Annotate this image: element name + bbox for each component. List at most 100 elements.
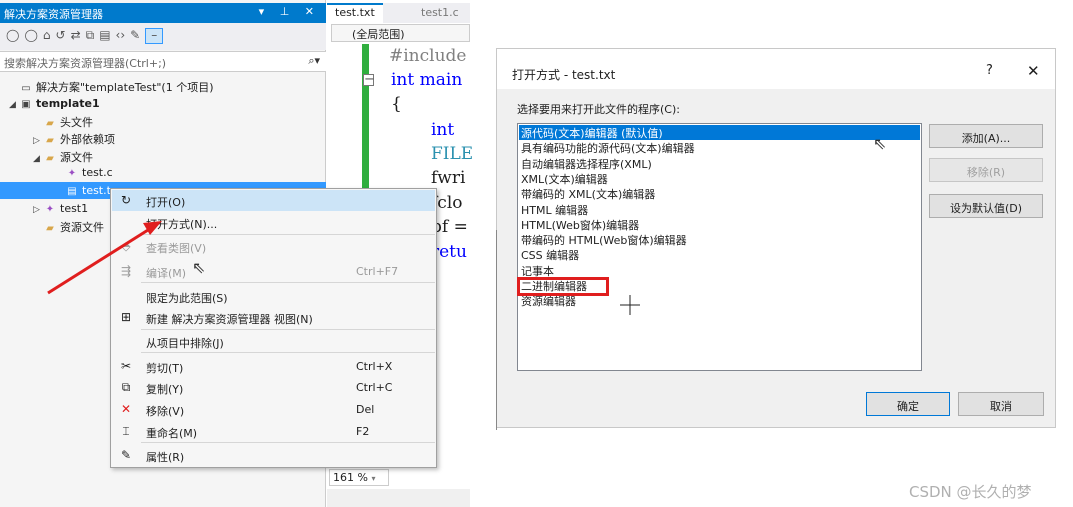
mouse-pointer-icon: ⇖ [192,258,206,277]
cancel-button[interactable]: 取消 [958,392,1044,416]
code-line: FILE [431,144,474,164]
menu-item[interactable]: ⌶ 重命名(M) F2 [112,421,435,442]
tab-test-txt[interactable]: test.txt [327,3,383,23]
project-icon: ▣ [21,99,31,110]
home-icon[interactable]: ⌂ [43,28,51,42]
program-list-item[interactable]: XML(文本)编辑器 [519,171,920,186]
program-list-item[interactable]: CSS 编辑器 [519,247,920,262]
wrench-icon: ✎ [120,448,132,462]
solution-explorer-search[interactable]: 搜索解决方案资源管理器(Ctrl+;) ⌕▾ [0,51,326,72]
copy-icon: ⧉ [121,380,131,394]
menu-item[interactable]: 打开方式(N)... [112,212,435,233]
menu-item-label: 属性(R) [146,451,185,464]
show-all-files-icon[interactable]: ▤ [99,28,110,42]
menu-item-label: 复制(Y) [146,383,184,396]
solution-explorer-toolbar: ◯ ◯ ⌂ ↺ ⇄ ⧉ ▤ ‹› ✎ – [0,23,326,50]
panel-title: 解决方案资源管理器 [4,8,103,21]
cpp-file-icon: ✦ [45,204,55,215]
sync-icon[interactable]: ⇄ [71,28,81,42]
code-line: int [431,120,455,140]
compile-icon: ⇶ [120,264,132,278]
collapse-all-icon[interactable]: ⧉ [86,28,95,42]
menu-item-label: 移除(V) [146,405,185,418]
menu-item-shortcut: F2 [356,425,370,438]
mouse-pointer-icon: ⇖ [873,134,887,153]
menu-separator [141,282,435,283]
expander-icon[interactable]: ▷ [30,205,43,215]
tree-item-label: test1 [60,202,89,215]
history-icon[interactable]: ↺ [56,28,66,42]
ok-button[interactable]: 确定 [866,392,950,416]
panel-controls[interactable]: ▾ ⊥ ✕ [259,5,320,18]
editor-tabs: test.txt test1.c [327,3,470,23]
tree-item[interactable]: ▰ 头文件 [0,112,326,129]
search-icon[interactable]: ⌕▾ [308,54,320,68]
menu-item-shortcut: Ctrl+C [356,381,393,394]
tree-item[interactable]: ◢ ▰ 源文件 [0,147,326,164]
menu-item[interactable]: ✎ 属性(R) [112,445,435,466]
horizontal-scrollbar[interactable] [327,489,470,507]
collapse-outline-icon[interactable]: − [363,73,375,86]
menu-item-label: 从项目中排除(J) [146,337,224,350]
menu-separator [141,329,435,330]
program-list[interactable]: 源代码(文本)编辑器 (默认值) 具有编码功能的源代码(文本)编辑器 自动编辑器选择… [517,123,922,371]
forward-icon[interactable]: ◯ [24,28,37,42]
program-list-label: 选择要用来打开此文件的程序(C): [517,103,680,116]
code-line: int main [391,70,463,90]
tree-item-label: 头文件 [60,116,93,129]
tree-item[interactable]: ▭ 解决方案"templateTest"(1 个项目) [0,77,326,94]
menu-item[interactable]: ✕ 移除(V) Del [112,399,435,420]
menu-item-label: 查看类图(V) [146,242,207,255]
menu-item[interactable]: ⧉ 复制(Y) Ctrl+C [112,377,435,398]
set-default-button[interactable]: 设为默认值(D) [929,194,1043,218]
remove-x-icon: ✕ [120,402,132,416]
menu-item-label: 重命名(M) [146,427,198,440]
crosshair-cursor-icon [620,295,640,315]
scope-dropdown[interactable]: (全局范围) [331,24,470,42]
new-view-icon: ⊞ [120,310,132,324]
back-icon[interactable]: ◯ [6,28,19,42]
expander-icon[interactable]: ◢ [6,100,19,110]
menu-item[interactable]: ↻ 打开(O) [112,190,435,211]
scissors-icon: ✂ [120,359,132,373]
search-input[interactable]: 搜索解决方案资源管理器(Ctrl+;) [4,57,166,70]
remove-button[interactable]: 移除(R) [929,158,1043,182]
tree-item-label: 解决方案"templateTest"(1 个项目) [36,81,214,94]
program-list-item[interactable]: 记事本 [519,263,920,278]
tree-item[interactable]: ▷ ▰ 外部依赖项 [0,129,326,146]
tree-item-label: 资源文件 [60,221,104,234]
tree-item[interactable]: ✦ test.c [0,164,326,181]
menu-item[interactable]: ⊞ 新建 解决方案资源管理器 视图(N) [112,307,435,328]
program-list-item[interactable]: 具有编码功能的源代码(文本)编辑器 [519,140,920,155]
expander-icon[interactable]: ◢ [30,154,43,164]
close-button[interactable]: ✕ [1027,62,1040,80]
help-button[interactable]: ? [986,63,993,78]
code-icon[interactable]: ‹› [116,28,126,42]
folder-icon: ▰ [46,153,54,164]
code-line: fwri [431,168,466,188]
program-list-item[interactable]: HTML(Web窗体)编辑器 [519,217,920,232]
open-icon: ↻ [120,193,132,207]
menu-item[interactable]: ✂ 剪切(T) Ctrl+X [112,356,435,377]
program-list-item[interactable]: HTML 编辑器 [519,202,920,217]
zoom-level[interactable]: 161 % ▾ [329,469,389,486]
folder-icon: ▰ [46,135,54,146]
dialog-title: 打开方式 - test.txt [512,68,616,82]
expander-icon[interactable]: ▷ [30,136,43,146]
program-list-item[interactable]: 源代码(文本)编辑器 (默认值) [519,125,920,140]
tree-item[interactable]: ◢ ▣ template1 [0,95,326,112]
menu-item[interactable]: 限定为此范围(S) [112,286,435,307]
program-list-item[interactable]: 自动编辑器选择程序(XML) [519,156,920,171]
menu-item-label: 编译(M) [146,267,187,280]
menu-item-shortcut: Del [356,403,375,416]
tree-item-label: test.t [82,184,111,197]
add-button[interactable]: 添加(A)... [929,124,1043,148]
program-list-item[interactable]: 带编码的 XML(文本)编辑器 [519,186,920,201]
tab-test1-c[interactable]: test1.c [413,3,467,23]
tree-item-label: template1 [36,97,100,110]
folder-icon: ▰ [46,118,54,129]
preview-toggle-icon[interactable]: – [145,28,164,44]
program-list-item[interactable]: 带编码的 HTML(Web窗体)编辑器 [519,232,920,247]
properties-wrench-icon[interactable]: ✎ [130,28,140,42]
menu-item[interactable]: 从项目中排除(J) [112,331,435,352]
